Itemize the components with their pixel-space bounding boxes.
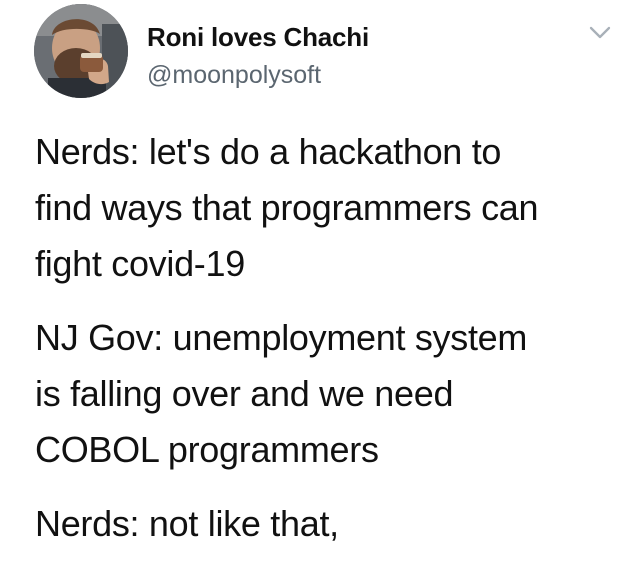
tweet-text-line: COBOL programmers	[35, 429, 379, 470]
tweet-paragraph: NJ Gov: unemployment system is falling o…	[35, 310, 625, 478]
tweet-text-line: Nerds: let's do a hackathon to	[35, 131, 502, 172]
author-display-name[interactable]: Roni loves Chachi	[147, 22, 369, 53]
tweet-text-line: fight covid-19	[35, 243, 245, 284]
tweet-paragraph: Nerds: not like that,	[35, 496, 625, 552]
author-avatar[interactable]	[34, 4, 128, 98]
tweet-text-line: Nerds: not like that,	[35, 503, 339, 544]
tweet-paragraph: Nerds: let's do a hackathon to find ways…	[35, 124, 625, 292]
tweet-text-line: is falling over and we need	[35, 373, 454, 414]
tweet-text-line: find ways that programmers can	[35, 187, 539, 228]
tweet-text-line: NJ Gov: unemployment system	[35, 317, 528, 358]
author-handle[interactable]: @moonpolysoft	[147, 61, 321, 90]
avatar-photo-icon	[34, 4, 128, 98]
tweet-header: Roni loves Chachi @moonpolysoft	[34, 4, 624, 102]
tweet-card: Roni loves Chachi @moonpolysoft Nerds: l…	[0, 0, 640, 584]
chevron-down-icon[interactable]	[589, 25, 611, 41]
